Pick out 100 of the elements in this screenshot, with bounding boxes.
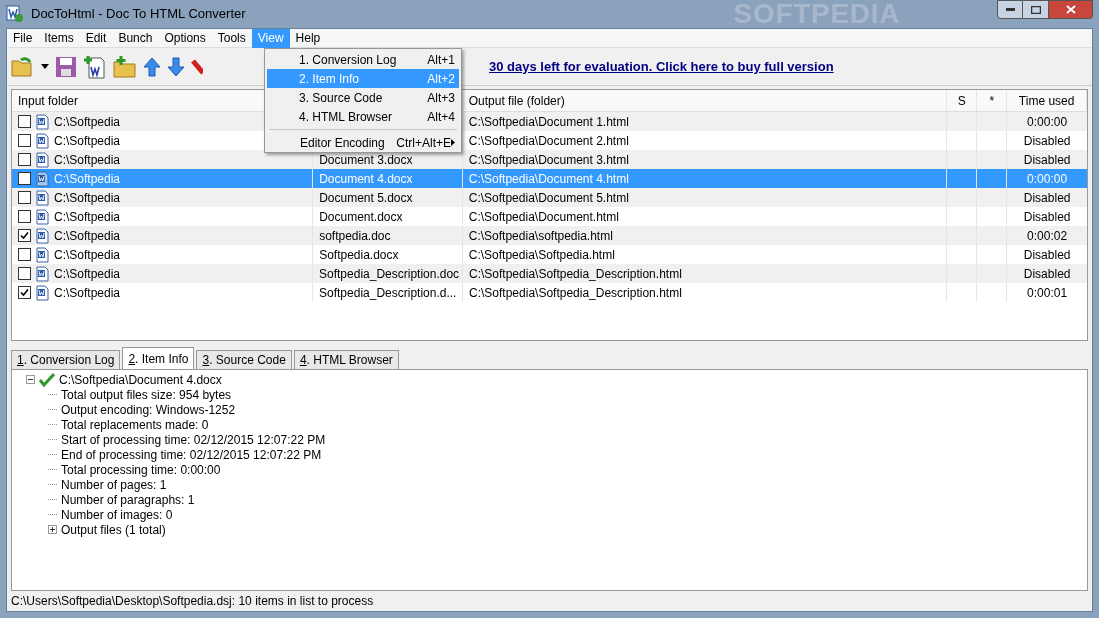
table-cell-text: C:\Softpedia\Softpedia_Description.html	[469, 265, 682, 283]
table-cell-text: C:\Softpedia\Document 4.html	[468, 170, 629, 188]
tab[interactable]: 1. Conversion Log	[11, 350, 121, 369]
window-title: DocToHtml - Doc To HTML Converter	[31, 5, 246, 24]
table-cell-text: C:\Softpedia	[54, 113, 121, 131]
close-button[interactable]	[1049, 0, 1093, 19]
table-cell-text: 0:00:01	[1027, 284, 1068, 302]
table-cell-text: C:\Softpedia\Softpedia_Description.html	[469, 284, 682, 302]
table-cell-text: Disabled	[1023, 189, 1071, 207]
table-cell-text: Document 3.docx	[319, 151, 413, 169]
table-cell-text: C:\Softpedia	[54, 132, 121, 150]
maximize-icon	[1030, 5, 1041, 14]
table-cell-text: C:\Softpedia\Document 3.html	[468, 151, 629, 169]
evaluation-link[interactable]: 30 days left for evaluation. Click here to buy full version	[489, 56, 834, 77]
open-folder-icon[interactable]	[11, 55, 35, 78]
table-row[interactable]: C:\Softpedia Softpedia_Description.doc C:\Softpedia\Softpedia_Description.html Disabled	[12, 264, 1087, 283]
tab[interactable]: 2. Item Info	[122, 347, 195, 369]
table-cell-text: Disabled	[1023, 246, 1071, 264]
table-cell-text: Disabled	[1023, 151, 1071, 169]
document-icon	[35, 170, 50, 187]
document-icon	[35, 284, 50, 301]
checkbox[interactable]	[18, 267, 31, 280]
plus-icon	[49, 526, 56, 533]
document-icon	[35, 151, 50, 168]
table-cell-text: C:\Softpedia	[54, 227, 121, 245]
column-header[interactable]: *	[989, 91, 995, 110]
table-cell-text: C:\Softpedia\Document 1.html	[468, 113, 629, 131]
table-cell-text: C:\Softpedia	[54, 265, 121, 283]
menu-option[interactable]: 1. Conversion Log Alt+1	[267, 50, 459, 69]
table-cell-text: Document 4.docx	[319, 170, 413, 188]
document-icon	[35, 246, 50, 263]
table-cell-text: 0:00:02	[1027, 227, 1068, 245]
menu-item[interactable]: File	[7, 28, 39, 48]
close-icon	[1065, 5, 1076, 14]
checkbox[interactable]	[18, 210, 31, 223]
menu-item[interactable]: Items	[38, 28, 80, 48]
table-row[interactable]: C:\Softpedia Document 5.docx C:\Softpedia\Document 5.html Disabled	[12, 188, 1087, 207]
document-icon	[35, 227, 50, 244]
table-cell-text: softpedia.doc	[319, 227, 391, 245]
menu-item[interactable]: Edit	[79, 28, 113, 48]
tab[interactable]: 4. HTML Browser	[293, 350, 399, 369]
document-icon	[35, 132, 50, 149]
table-cell-text: Disabled	[1023, 208, 1071, 226]
minimize-icon	[1005, 8, 1015, 11]
document-icon	[35, 265, 50, 282]
dropdown-caret-icon[interactable]	[41, 64, 49, 69]
add-folder-icon[interactable]	[113, 55, 137, 78]
checkbox[interactable]	[18, 134, 31, 147]
checkbox[interactable]	[18, 115, 31, 128]
table-row[interactable]: C:\Softpedia Document 3.docx C:\Softpedia\Document 3.html Disabled	[12, 150, 1087, 169]
table-cell-text: Softpedia_Description.d...	[319, 284, 457, 302]
table-row[interactable]: C:\Softpedia softpedia.doc C:\Softpedia\softpedia.html 0:00:02	[12, 226, 1087, 245]
table-cell-text: C:\Softpedia	[54, 246, 121, 264]
table-cell-text: 0:00:00	[1027, 170, 1068, 188]
arrow-down-icon[interactable]	[167, 56, 185, 77]
tree-item[interactable]: C:\Softpedia\Document 4.docx	[59, 370, 222, 389]
checkbox[interactable]	[18, 172, 31, 185]
table-cell-text: Softpedia_Description.doc	[319, 265, 460, 283]
minus-icon	[27, 376, 34, 383]
document-icon	[35, 113, 50, 130]
document-icon	[35, 208, 50, 225]
table-cell-text: C:\Softpedia	[54, 284, 121, 302]
save-icon[interactable]	[55, 55, 77, 78]
app-logo-icon	[6, 5, 23, 23]
tree-item[interactable]: Start of processing time: 02/12/2015 12:07:22 PM	[61, 430, 326, 449]
collapse-toggle[interactable]	[26, 375, 35, 384]
minimize-button[interactable]	[997, 0, 1023, 19]
table-cell-text: C:\Softpedia\Softpedia.html	[468, 246, 615, 264]
column-header[interactable]: Time used	[1018, 91, 1075, 110]
menu-option[interactable]: Editor Encoding Ctrl+Alt+E	[267, 133, 459, 152]
status-text: C:\Users\Softpedia\Desktop\Softpedia.dsj: 10 items in list to process	[11, 593, 374, 610]
expand-toggle[interactable]	[48, 525, 57, 534]
checkbox[interactable]	[18, 248, 31, 261]
checkbox[interactable]	[18, 191, 31, 204]
column-header[interactable]: Input folder	[18, 91, 79, 110]
table-cell-text: Disabled	[1023, 265, 1071, 283]
add-document-icon[interactable]	[83, 54, 107, 79]
arrow-up-icon[interactable]	[143, 56, 161, 77]
checkbox[interactable]	[18, 286, 31, 299]
menu-item[interactable]: Tools	[211, 28, 252, 48]
table-cell-text: C:\Softpedia	[54, 170, 121, 188]
table-cell-text: Disabled	[1023, 132, 1071, 150]
tab[interactable]: 3. Source Code	[196, 350, 292, 369]
submenu-arrow-icon	[451, 139, 455, 146]
maximize-button[interactable]	[1023, 0, 1049, 19]
table-cell-text: C:\Softpedia\Document.html	[468, 208, 619, 226]
column-header[interactable]: Output file (folder)	[468, 91, 565, 110]
table-cell-text: C:\Softpedia\Document 5.html	[468, 189, 629, 207]
table-cell-text: C:\Softpedia	[54, 189, 121, 207]
menu-item[interactable]: Bunch	[112, 28, 159, 48]
checkbox[interactable]	[18, 229, 31, 242]
menu-option[interactable]: 3. Source Code Alt+3	[267, 88, 459, 107]
menu-item[interactable]: Options	[158, 28, 212, 48]
menu-item[interactable]: Help	[289, 28, 327, 48]
checkbox[interactable]	[18, 153, 31, 166]
table-cell-text: C:\Softpedia\Document 2.html	[468, 132, 629, 150]
document-icon	[35, 189, 50, 206]
table-cell-text: Document 5.docx	[319, 189, 413, 207]
column-header[interactable]: S	[957, 91, 966, 110]
table-cell-text: C:\Softpedia\softpedia.html	[468, 227, 613, 245]
